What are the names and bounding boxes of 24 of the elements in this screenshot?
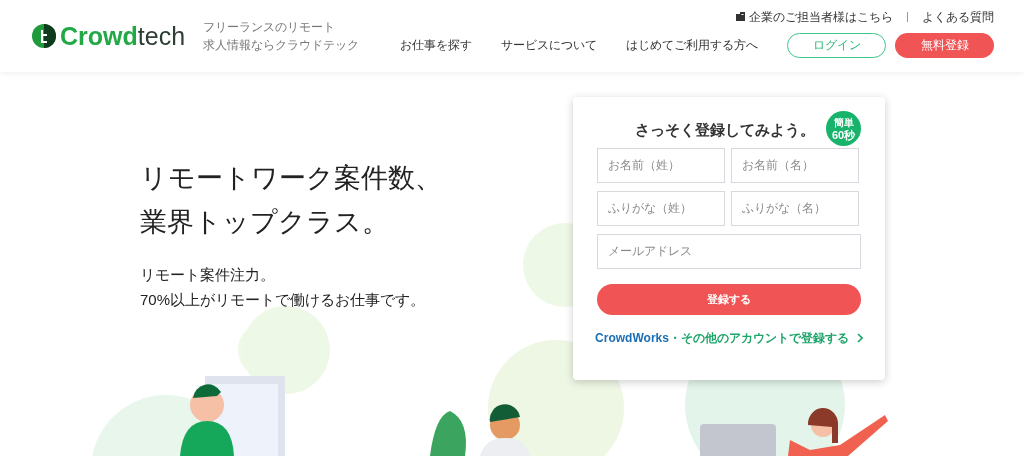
header-link[interactable]: よくある質問 — [922, 7, 994, 26]
tagline: 求人情報ならクラウドテック — [203, 37, 360, 54]
form-input-field[interactable]: メールアドレス — [597, 233, 861, 269]
building-icon — [736, 12, 745, 21]
hero-subtext: リモート案件注力。 — [140, 265, 276, 285]
form-input-field[interactable]: お名前（姓） — [597, 147, 725, 183]
form-input-field[interactable]: ふりがな（名） — [731, 190, 859, 226]
nav-link[interactable]: サービスについて — [501, 36, 597, 54]
hero-subtext: 70%以上がリモートで働けるお仕事です。 — [140, 290, 427, 310]
form-input-field[interactable]: ふりがな（姓） — [597, 190, 725, 226]
alternate-signup-link[interactable]: CrowdWorks・その他のアカウントで登録する — [597, 328, 861, 347]
logo-icon — [32, 24, 56, 48]
header-link[interactable]: 企業のご担当者様はこちら — [736, 7, 893, 26]
chevron-right-icon — [856, 332, 863, 343]
tagline: フリーランスのリモート — [203, 19, 337, 36]
hero-headline: 業界トップクラス。 — [140, 206, 390, 239]
form-input-field[interactable]: お名前（名） — [731, 147, 859, 183]
form-title: さっそく登録してみよう。 — [635, 120, 815, 140]
logo-wordmark: Crowdtech — [60, 23, 186, 49]
quick-badge: 簡単 60秒 — [826, 111, 861, 146]
nav-link[interactable]: お仕事を探す — [400, 36, 472, 54]
logo[interactable]: Crowdtech — [32, 23, 186, 49]
hero-headline: リモートワーク案件数、 — [140, 162, 443, 195]
nav-link[interactable]: はじめてご利用する方へ — [626, 36, 758, 54]
